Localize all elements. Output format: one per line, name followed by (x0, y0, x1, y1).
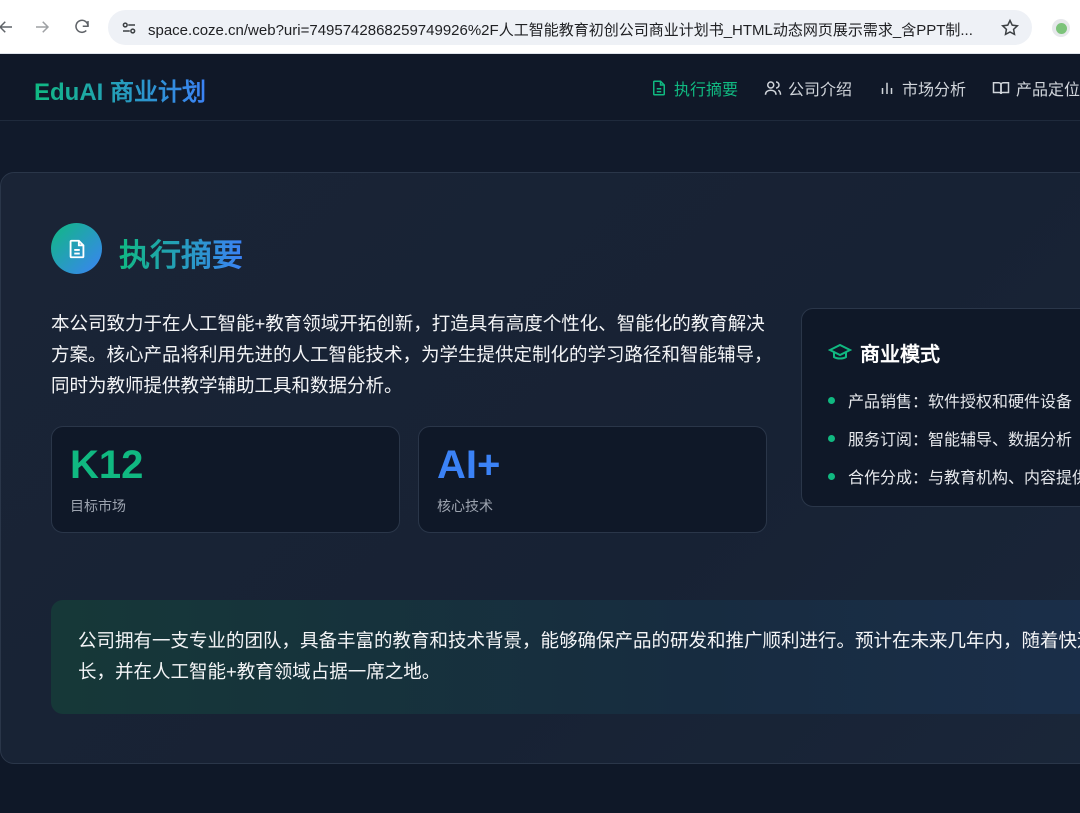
list-item-text: 产品销售：软件授权和硬件设备 (848, 394, 1073, 411)
nav-item-company[interactable]: 公司介绍 (764, 76, 852, 100)
document-icon (653, 80, 665, 96)
list-item-text: 合作分成：与教育机构、内容提供 (848, 470, 1080, 487)
book-icon (992, 82, 1010, 95)
site-header: EduAI 商业计划 执行摘要 公司介绍 市场分析 产品定位 (0, 54, 1080, 121)
main-content: 执行摘要 本公司致力于在人工智能+教育领域开拓创新，打造具有高度个性化、智能化的… (0, 121, 1080, 813)
nav-item-label: 执行摘要 (674, 82, 739, 99)
graduation-cap-icon (828, 343, 852, 359)
summary-text: 公司拥有一支专业的团队，具备丰富的教育和技术背景，能够确保产品的研发和推广顺利进… (78, 630, 1080, 682)
brand-logo[interactable]: EduAI 商业计划 (34, 72, 206, 107)
list-item: 产品销售：软件授权和硬件设备 (828, 381, 1080, 419)
nav-item-market[interactable]: 市场分析 (878, 76, 966, 100)
nav-item-product[interactable]: 产品定位 (992, 76, 1080, 100)
forward-arrow-icon[interactable] (28, 13, 56, 41)
intro-paragraph: 本公司致力于在人工智能+教育领域开拓创新，打造具有高度个性化、智能化的教育解决方… (51, 313, 773, 396)
executive-summary-section: 执行摘要 本公司致力于在人工智能+教育领域开拓创新，打造具有高度个性化、智能化的… (0, 172, 1080, 764)
stat-label: 目标市场 (70, 498, 126, 514)
url-text[interactable]: space.coze.cn/web?uri=749574286825974992… (148, 19, 988, 40)
nav-item-executive-summary[interactable]: 执行摘要 (650, 76, 738, 100)
nav-item-label: 产品定位 (1016, 82, 1080, 99)
business-model-list: 产品销售：软件授权和硬件设备 服务订阅：智能辅导、数据分析 合作分成：与教育机构… (828, 381, 1080, 495)
summary-box: 公司拥有一支专业的团队，具备丰富的教育和技术背景，能够确保产品的研发和推广顺利进… (51, 600, 1080, 714)
stat-card-target-market: K12 目标市场 (51, 426, 400, 533)
main-nav: 执行摘要 公司介绍 市场分析 产品定位 (650, 76, 1080, 100)
stat-value: AI+ (437, 443, 501, 487)
list-item: 合作分成：与教育机构、内容提供 (828, 457, 1080, 495)
address-bar[interactable]: space.coze.cn/web?uri=749574286825974992… (108, 10, 1032, 45)
business-model-card: 商业模式 产品销售：软件授权和硬件设备 服务订阅：智能辅导、数据分析 合作分成：… (801, 308, 1080, 507)
business-model-title: 商业模式 (860, 344, 940, 366)
list-item: 服务订阅：智能辅导、数据分析 (828, 419, 1080, 457)
back-arrow-icon[interactable] (0, 13, 20, 41)
users-icon (764, 81, 782, 95)
stat-card-core-tech: AI+ 核心技术 (418, 426, 767, 533)
site-info-icon[interactable] (118, 17, 140, 39)
section-title: 执行摘要 (119, 230, 243, 275)
bookmark-star-icon[interactable] (998, 16, 1022, 40)
list-item-text: 服务订阅：智能辅导、数据分析 (848, 432, 1073, 449)
nav-item-label: 市场分析 (902, 82, 967, 99)
nav-item-label: 公司介绍 (788, 82, 853, 99)
bar-chart-icon (881, 82, 893, 94)
document-icon (51, 223, 102, 274)
browser-toolbar: space.coze.cn/web?uri=749574286825974992… (0, 0, 1080, 54)
stat-label: 核心技术 (437, 498, 493, 514)
reload-icon[interactable] (68, 13, 96, 41)
extension-icon[interactable] (1052, 19, 1070, 37)
stat-value: K12 (70, 443, 144, 487)
